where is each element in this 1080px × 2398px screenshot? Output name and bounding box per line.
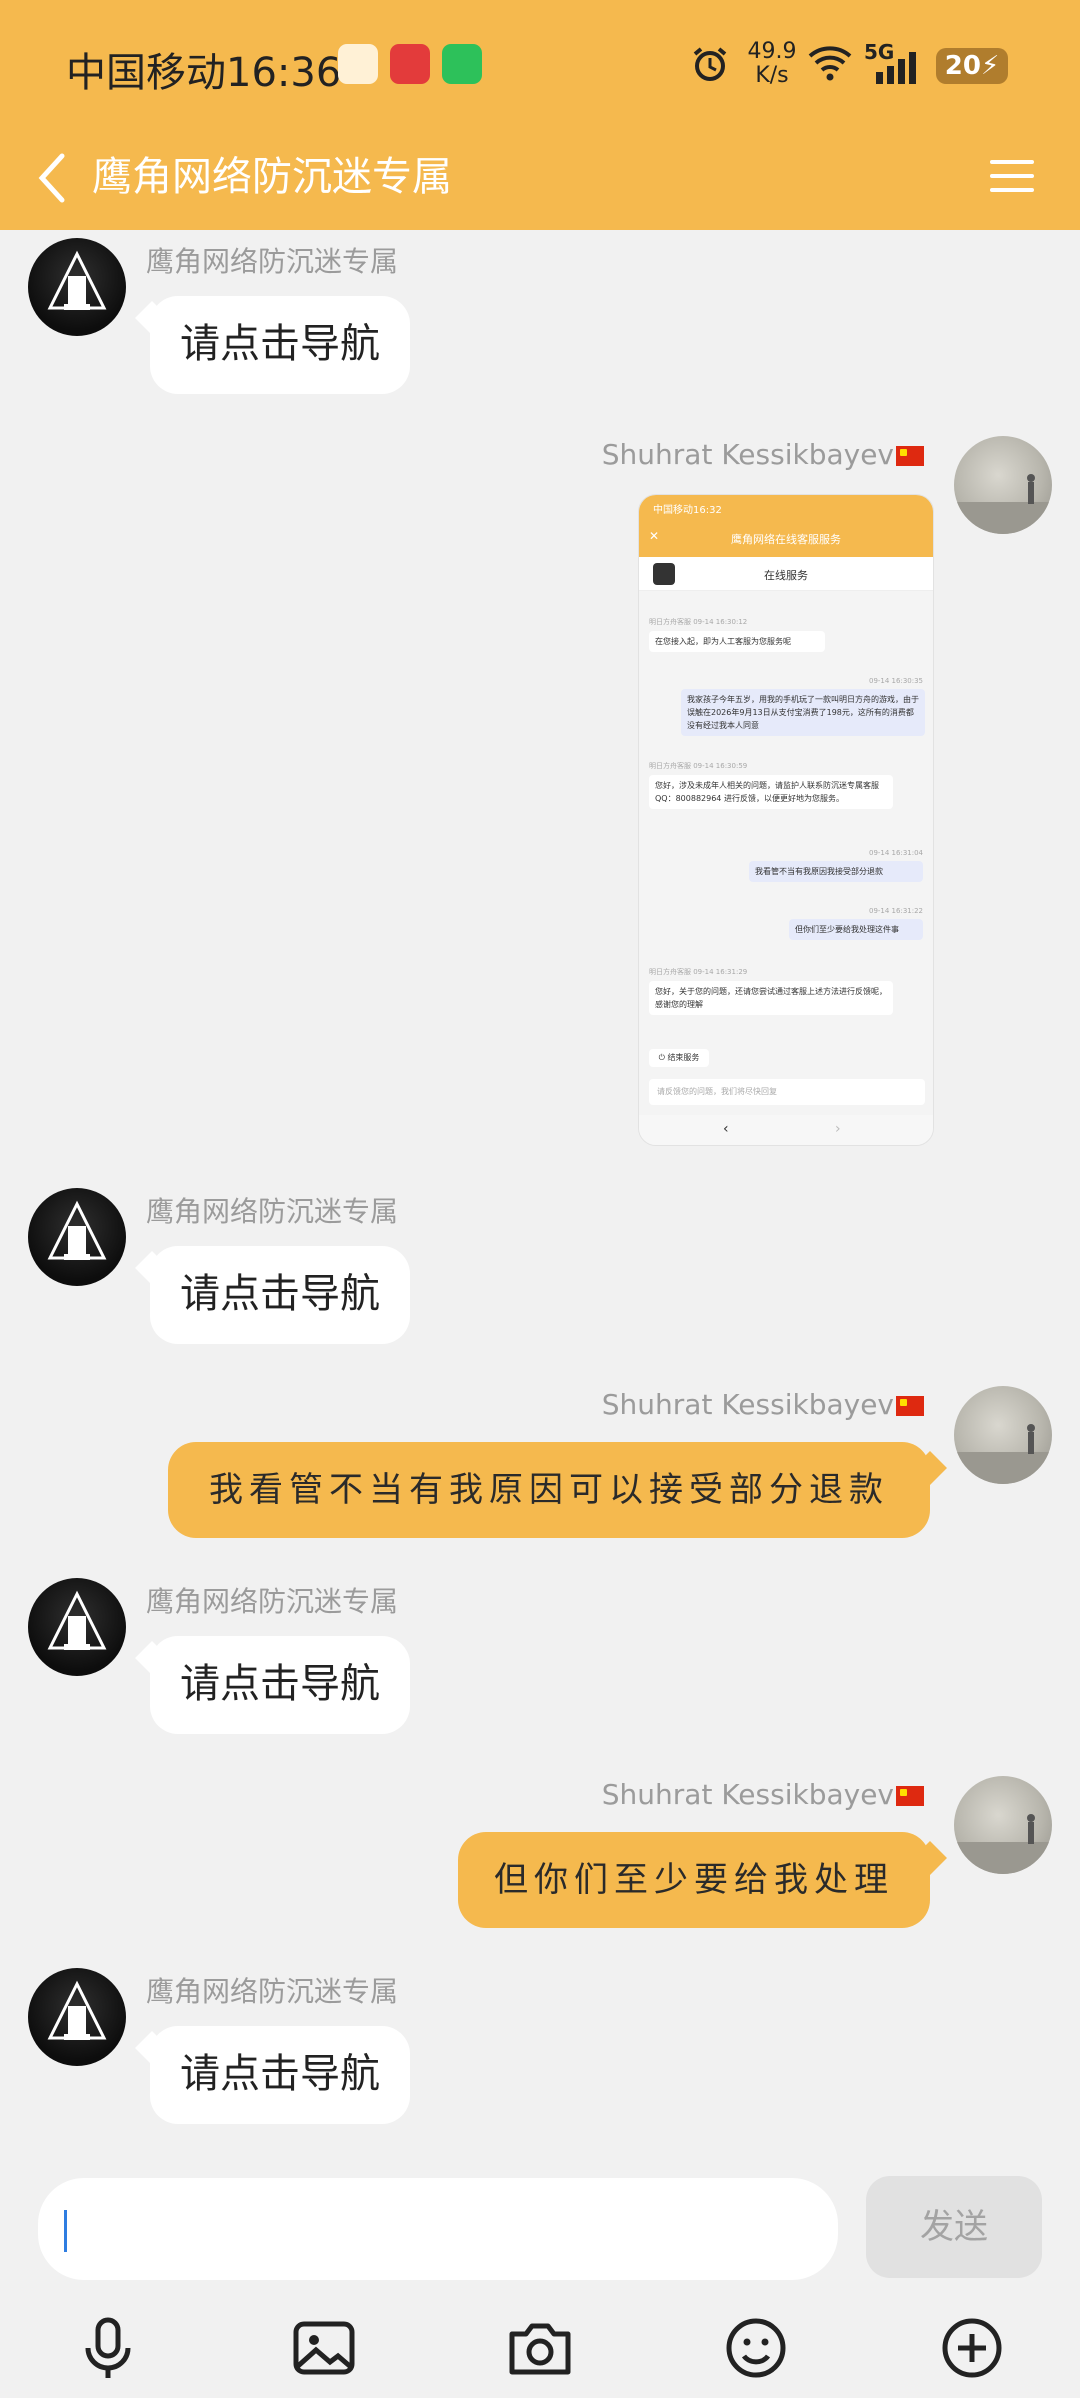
rhodes-island-logo-icon: [47, 1980, 107, 2040]
wechat-icon: [442, 44, 482, 84]
avatar[interactable]: [28, 1188, 126, 1286]
microphone-icon[interactable]: [68, 2308, 148, 2388]
chat-screenshot-image[interactable]: 中国移动16:32 鹰角网络在线客服服务 ✕ 在线服务 明日方舟客服 09-14 1…: [638, 494, 934, 1146]
sender-name: 鹰角网络防沉迷专属: [146, 245, 399, 278]
status-bar: 中国移动16:36 49.9 K/s 5G 20⚡: [0, 0, 1080, 130]
chat-title: 鹰角网络防沉迷专属: [92, 154, 452, 200]
app-notification-icon: [338, 44, 378, 84]
china-flag-icon: [896, 1396, 924, 1416]
camera-icon[interactable]: [500, 2308, 580, 2388]
sender-name: 鹰角网络防沉迷专属: [146, 1585, 399, 1618]
emoji-icon[interactable]: [716, 2308, 796, 2388]
sender-name: Shuhrat Kessikbayev: [602, 1388, 924, 1421]
sender-name: 鹰角网络防沉迷专属: [146, 1975, 399, 2008]
avatar[interactable]: [28, 1578, 126, 1676]
send-button[interactable]: 发送: [866, 2176, 1042, 2278]
landscape-photo-icon: [954, 474, 1052, 534]
avatar[interactable]: [28, 238, 126, 336]
avatar[interactable]: [954, 436, 1052, 534]
message-input[interactable]: [38, 2178, 838, 2280]
plus-icon[interactable]: [932, 2308, 1012, 2388]
message-bubble[interactable]: 请点击导航: [150, 1636, 410, 1734]
message-bubble[interactable]: 但你们至少要给我处理: [458, 1832, 930, 1928]
avatar[interactable]: [954, 1776, 1052, 1874]
landscape-photo-icon: [954, 1814, 1052, 1874]
message-bubble[interactable]: 请点击导航: [150, 296, 410, 394]
china-flag-icon: [896, 446, 924, 466]
rhodes-island-logo-icon: [47, 1590, 107, 1650]
avatar[interactable]: [28, 1968, 126, 2066]
nav-bar: 鹰角网络防沉迷专属: [0, 130, 1080, 230]
message-bubble[interactable]: 我看管不当有我原因可以接受部分退款: [168, 1442, 930, 1538]
message-bubble[interactable]: 请点击导航: [150, 1246, 410, 1344]
message-bubble[interactable]: 请点击导航: [150, 2026, 410, 2124]
input-toolbar: [0, 2298, 1080, 2398]
text-caret: [64, 2210, 67, 2252]
landscape-photo-icon: [954, 1424, 1052, 1484]
signal-icon: [876, 52, 916, 84]
battery-indicator: 20⚡: [936, 48, 1008, 84]
back-arrow-icon[interactable]: [32, 148, 72, 208]
image-icon[interactable]: [284, 2308, 364, 2388]
wifi-icon: [808, 46, 852, 81]
network-rate: 49.9 K/s: [747, 39, 797, 88]
header: 中国移动16:36 49.9 K/s 5G 20⚡ 鹰角网络防沉迷专属: [0, 0, 1080, 230]
rhodes-island-logo-icon: [47, 250, 107, 310]
rhodes-island-logo-icon: [47, 1200, 107, 1260]
app-notification-icon: [390, 44, 430, 84]
sender-name: Shuhrat Kessikbayev: [602, 1778, 924, 1811]
carrier-time: 中国移动16:36: [66, 50, 342, 96]
china-flag-icon: [896, 1786, 924, 1806]
sender-name: Shuhrat Kessikbayev: [602, 438, 924, 471]
alarm-icon: [693, 47, 727, 81]
menu-icon[interactable]: [988, 152, 1036, 200]
avatar[interactable]: [954, 1386, 1052, 1484]
composer: 发送: [0, 2160, 1080, 2298]
sender-name: 鹰角网络防沉迷专属: [146, 1195, 399, 1228]
